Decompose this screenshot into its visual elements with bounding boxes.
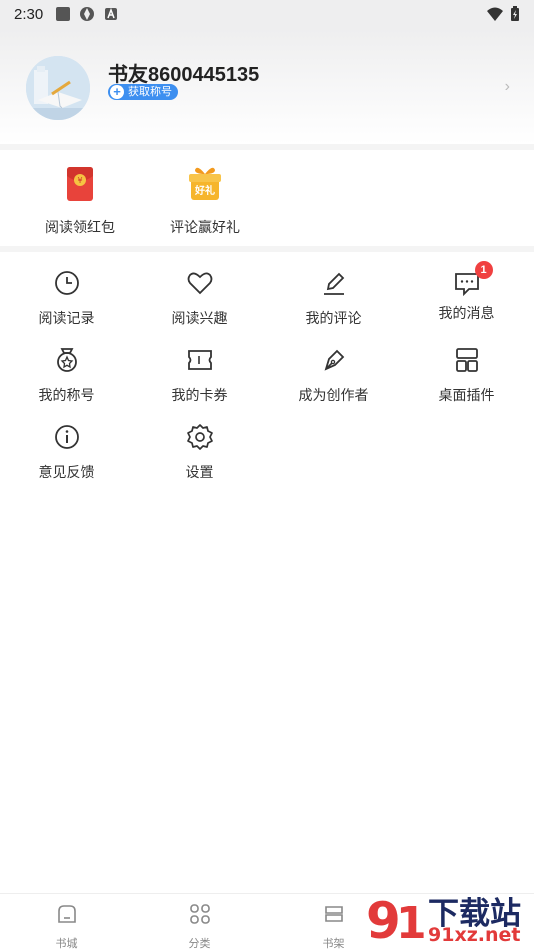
menu-label: 阅读兴趣 (171, 310, 228, 326)
clock-icon (54, 271, 79, 295)
svg-text:1: 1 (396, 898, 426, 949)
heart-icon (187, 272, 212, 295)
fountain-pen-icon (324, 349, 344, 371)
menu-label: 设置 (185, 464, 214, 480)
home-icon (57, 905, 76, 923)
promo-read-red-envelope[interactable]: ¥ 阅读领红包 (30, 162, 130, 237)
menu-label: 意见反馈 (38, 464, 95, 480)
pen-icon (323, 272, 344, 295)
menu-label: 我的称号 (38, 387, 95, 403)
red-envelope-icon: ¥ (67, 167, 93, 201)
a-notification-icon (105, 7, 118, 20)
status-time: 2:30 (14, 5, 44, 23)
gear-icon (186, 424, 213, 450)
menu-label: 我的消息 (438, 305, 495, 321)
menu-settings[interactable]: 设置 (133, 406, 266, 480)
plus-icon: + (110, 85, 124, 99)
menu-label: 阅读记录 (38, 310, 95, 326)
menu-reading-interest[interactable]: 阅读兴趣 (133, 252, 266, 326)
get-title-badge[interactable]: + 获取称号 (108, 84, 178, 100)
promo-section: ¥ 阅读领红包 好礼 评论赢好礼 (0, 150, 534, 246)
medal-icon (56, 348, 77, 372)
get-title-label: 获取称号 (128, 86, 172, 98)
info-icon (54, 425, 79, 449)
chevron-right-icon[interactable]: › (505, 78, 510, 96)
watermark-logo: 9 1 下载站 91xz.net (362, 886, 532, 950)
shelf-icon (324, 906, 343, 922)
tab-label: 书城 (55, 938, 78, 950)
menu-label: 成为创作者 (298, 387, 369, 403)
unread-badge: 1 (474, 261, 493, 279)
widget-icon (455, 348, 478, 372)
grid-icon (189, 904, 210, 924)
message-icon-wrap: 1 (453, 261, 493, 297)
menu-feedback[interactable]: 意见反馈 (0, 406, 133, 480)
wifi-icon (487, 7, 503, 21)
watermark-91-icon: 9 1 (366, 892, 427, 950)
profile-header[interactable]: 书友8600445135 + 获取称号 › (0, 28, 534, 144)
promo-label: 阅读领红包 (45, 219, 115, 235)
avatar[interactable] (26, 56, 90, 120)
promo-comment-gift[interactable]: 好礼 评论赢好礼 (155, 162, 255, 237)
menu-become-creator[interactable]: 成为创作者 (267, 329, 400, 403)
menu-my-comments[interactable]: 我的评论 (267, 252, 400, 326)
app-notification-icon (56, 7, 71, 21)
watermark-sub-text: 91xz.net (428, 924, 521, 946)
svg-text:好礼: 好礼 (194, 184, 215, 197)
promo-label: 评论赢好礼 (170, 219, 240, 235)
sync-notification-icon (80, 7, 95, 21)
status-bar: 2:30 (0, 0, 534, 28)
tab-category[interactable]: 分类 (133, 902, 266, 950)
menu-my-coupons[interactable]: 我的卡券 (133, 329, 266, 403)
gift-icon: 好礼 (189, 167, 221, 200)
username: 书友8600445135 (108, 64, 260, 86)
menu-desktop-widget[interactable]: 桌面插件 (400, 329, 533, 403)
menu-label: 我的卡券 (171, 387, 228, 403)
menu-reading-history[interactable]: 阅读记录 (0, 252, 133, 326)
tab-label: 分类 (188, 938, 211, 950)
menu-my-messages[interactable]: 1 我的消息 (400, 252, 533, 324)
menu-label: 我的评论 (305, 310, 362, 326)
coupon-icon (187, 350, 212, 370)
tab-bookstore[interactable]: 书城 (0, 902, 133, 950)
menu-label: 桌面插件 (438, 387, 495, 403)
menu-my-titles[interactable]: 我的称号 (0, 329, 133, 403)
svg-text:¥: ¥ (77, 176, 82, 185)
avatar-book-illustration (26, 56, 90, 120)
battery-icon (511, 6, 519, 21)
